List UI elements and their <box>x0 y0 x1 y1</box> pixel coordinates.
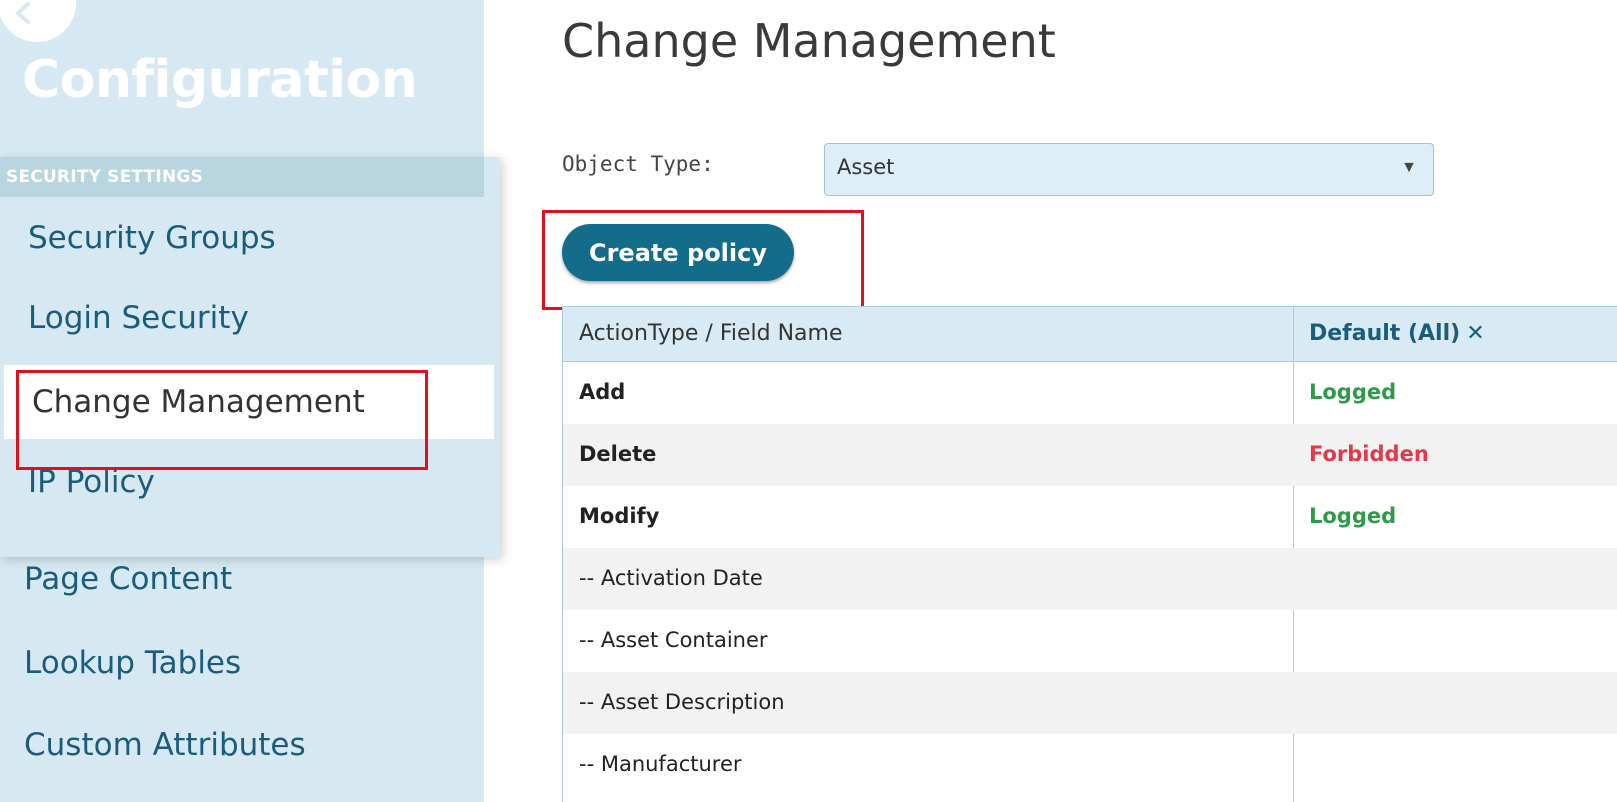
table-row[interactable]: Add Logged <box>563 362 1617 424</box>
sidebar-item-page-content[interactable]: Page Content <box>0 542 484 616</box>
table-row[interactable]: Modify Logged <box>563 486 1617 548</box>
table-row[interactable]: Delete Forbidden <box>563 424 1617 486</box>
row-name: -- Asset Description <box>579 690 785 714</box>
sidebar-item-login-security[interactable]: Login Security <box>0 281 490 355</box>
object-type-select[interactable]: Asset ▼ <box>824 143 1434 196</box>
sidebar-title: Configuration <box>22 50 418 110</box>
create-policy-button[interactable]: Create policy <box>562 224 794 281</box>
table-row[interactable]: -- Asset Description <box>563 672 1617 734</box>
dropdown-caret-icon: ▼ <box>1401 159 1417 176</box>
section-header: SECURITY SETTINGS <box>0 157 484 197</box>
table-row[interactable]: -- Activation Date <box>563 548 1617 610</box>
policy-table: ActionType / Field Name Default (All) ✕ A… <box>562 306 1617 802</box>
row-status[interactable]: Logged <box>1309 504 1396 528</box>
table-row[interactable]: -- Manufacturer <box>563 734 1617 796</box>
object-type-label: Object Type: <box>562 152 714 176</box>
close-icon[interactable]: ✕ <box>1466 321 1484 346</box>
row-name: Add <box>579 380 626 404</box>
security-settings-panel: SECURITY SETTINGS Security Groups Login … <box>0 157 500 557</box>
table-row[interactable]: -- Asset Container <box>563 610 1617 672</box>
sidebar-item-lookup-tables[interactable]: Lookup Tables <box>0 626 484 700</box>
row-name: Modify <box>579 504 660 528</box>
row-name: -- Asset Container <box>579 628 768 652</box>
object-type-value: Asset <box>837 155 895 179</box>
column-header-default-label: Default (All) <box>1309 321 1461 346</box>
back-button[interactable] <box>0 0 76 42</box>
row-name: Delete <box>579 442 657 466</box>
row-name: -- Manufacturer <box>579 752 742 776</box>
annotation-highlight-sidebar <box>16 370 428 470</box>
table-header: ActionType / Field Name Default (All) ✕ <box>563 306 1617 362</box>
sidebar-item-security-groups[interactable]: Security Groups <box>0 201 490 275</box>
back-arrow-icon <box>15 2 30 24</box>
sidebar-item-custom-attributes[interactable]: Custom Attributes <box>0 708 484 782</box>
page-title: Change Management <box>562 14 1056 68</box>
row-name: -- Activation Date <box>579 566 763 590</box>
column-header-default: Default (All) ✕ <box>1309 321 1485 346</box>
row-status[interactable]: Forbidden <box>1309 442 1429 466</box>
column-header-field: ActionType / Field Name <box>579 321 843 346</box>
row-status[interactable]: Logged <box>1309 380 1396 404</box>
